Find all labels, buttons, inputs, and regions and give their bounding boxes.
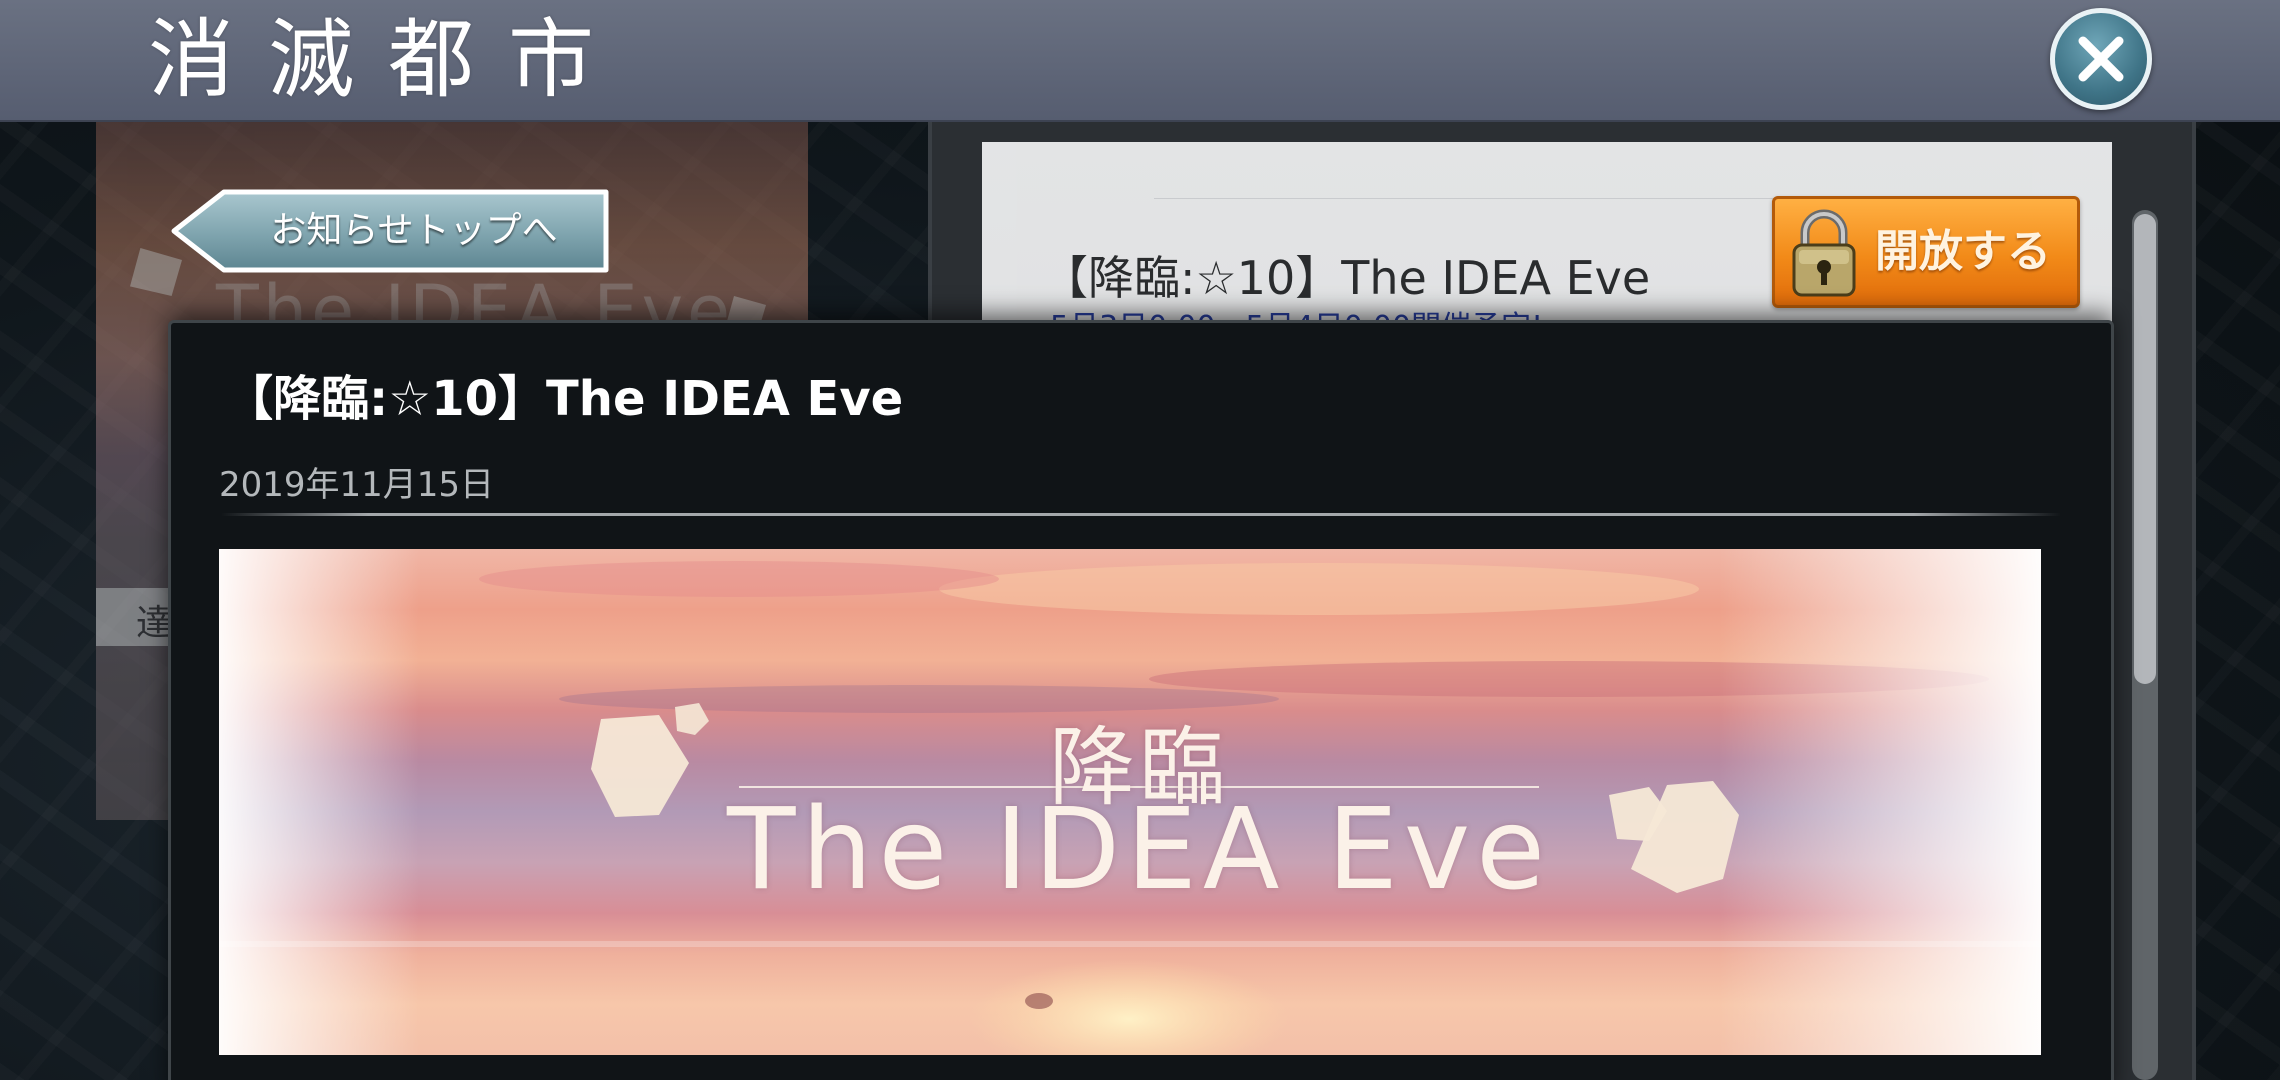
app-title: 消滅都市	[148, 10, 628, 110]
back-to-notice-top-button[interactable]: お知らせトップへ	[170, 188, 610, 274]
notice-scrollbar-thumb[interactable]	[2134, 214, 2156, 684]
event-banner-image: 降臨 The IDEA Eve	[219, 549, 2041, 1055]
close-button[interactable]	[2050, 8, 2152, 110]
unlock-button[interactable]: 開放する	[1772, 196, 2080, 308]
unlock-button-label: 開放する	[1875, 226, 2051, 277]
article-date: 2019年11月15日	[219, 465, 495, 505]
article-divider	[221, 513, 2061, 516]
article-title: 【降臨:☆10】The IDEA Eve	[225, 371, 904, 427]
screen-root: The IDEA Eve 達 【降臨:☆10】The IDEA Eve 5月3日…	[0, 0, 2280, 1080]
article-modal: 【降臨:☆10】The IDEA Eve 2019年11月15日 降臨 The …	[168, 320, 2114, 1080]
app-header: 消滅都市	[0, 0, 2280, 122]
background-card-strip-text: 達	[136, 603, 173, 644]
banner-event-name: The IDEA Eve	[726, 785, 1552, 915]
close-icon	[2078, 36, 2124, 82]
back-button-label: お知らせトップへ	[270, 210, 558, 251]
padlock-icon	[1791, 207, 1857, 303]
background-notice-title[interactable]: 【降臨:☆10】The IDEA Eve	[1042, 242, 1650, 308]
